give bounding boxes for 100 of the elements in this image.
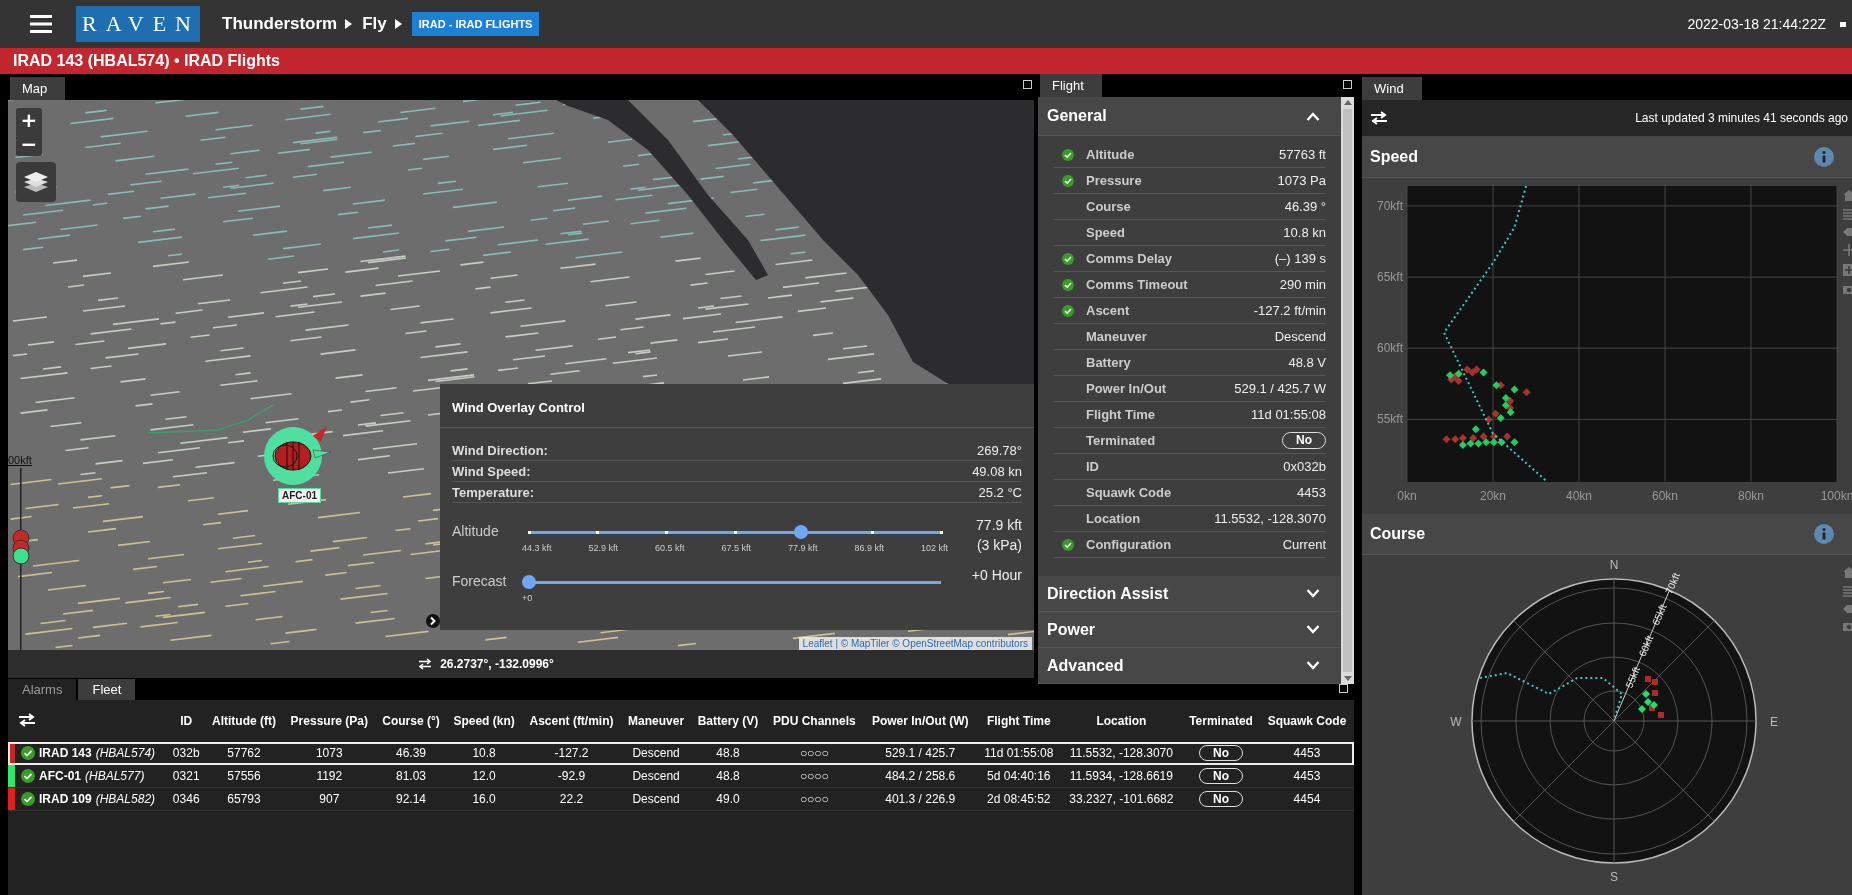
swap-icon[interactable]	[18, 712, 36, 727]
data-point	[1482, 438, 1491, 447]
field-value: 529.1 / 425.7 W	[1234, 381, 1326, 396]
altitude-slider-thumb[interactable]	[793, 525, 808, 539]
data-point	[1472, 365, 1481, 374]
field-label: Course	[1085, 199, 1132, 214]
zoom-out-button[interactable]: −	[16, 132, 42, 156]
column-header[interactable]: Flight Time	[976, 700, 1061, 742]
breadcrumb-link[interactable]: Thunderstorm	[222, 14, 338, 34]
field-label: Location	[1085, 511, 1142, 526]
table-cell: 4453	[1293, 769, 1321, 783]
flight-name: IRAD 109	[39, 792, 92, 806]
maximize-icon[interactable]	[1343, 80, 1352, 89]
scrollbar[interactable]	[1341, 97, 1354, 684]
section-header[interactable]: Power	[1038, 612, 1341, 648]
chart-title: Speed	[1370, 148, 1418, 166]
table-cell: Descend	[632, 746, 680, 760]
compass-label: E	[1770, 715, 1778, 729]
marker-label: AFC-01	[278, 488, 321, 503]
tick-label: +0	[522, 593, 533, 603]
scroll-down-icon[interactable]	[1343, 676, 1352, 681]
field-value: 4453	[1297, 485, 1326, 500]
camera-icon[interactable]	[1843, 621, 1852, 631]
panel-tab[interactable]: Alarms	[8, 679, 77, 700]
data-point	[1479, 432, 1488, 441]
data-point	[1458, 433, 1467, 442]
maximize-icon[interactable]	[1023, 80, 1032, 89]
flight-tab[interactable]: Flight	[1040, 74, 1102, 97]
panel-tab[interactable]: Fleet	[78, 679, 136, 700]
last-updated-text: Last updated 3 minutes 41 seconds ago	[1635, 111, 1848, 125]
column-header[interactable]: Battery (V)	[690, 700, 766, 742]
field-value: 1073 Pa	[1277, 173, 1326, 188]
field-value: 11.5532, -128.3070	[1214, 511, 1326, 526]
forecast-slider-thumb[interactable]	[522, 575, 536, 589]
table-cell: 46.39	[396, 746, 427, 760]
swap-icon[interactable]	[418, 658, 433, 670]
column-header[interactable]: PDU Channels	[765, 700, 864, 742]
column-header[interactable]: Maneuver	[621, 700, 691, 742]
menu-icon[interactable]	[30, 15, 52, 33]
move-icon[interactable]	[1843, 244, 1852, 256]
section-header[interactable]: General	[1038, 97, 1341, 136]
zoom-in-button[interactable]: +	[16, 108, 42, 132]
scroll-up-icon[interactable]	[1343, 100, 1352, 105]
ring-label: 70kft	[1663, 571, 1682, 596]
maximize-icon[interactable]	[1339, 684, 1348, 693]
clock-text: 2022-03-18 21:44:22Z	[1687, 16, 1826, 32]
breadcrumb-link[interactable]: Fly	[362, 14, 387, 34]
column-header[interactable]: Location	[1060, 700, 1183, 742]
field-label: Battery	[1085, 355, 1132, 370]
section-header[interactable]: Advanced	[1038, 648, 1341, 684]
map-attribution[interactable]: Leaflet | © MapTiler © OpenStreetMap contributors	[798, 637, 1032, 650]
fleet-row[interactable]: IRAD 109 (HBAL582) 0346 65793 907 92.14 16.0 22.2 Descend 49.0 ○○○○ 401.3 / 226.9 2d 08:45:52 33.2327, -101.6682 No 4454	[8, 787, 1354, 811]
raven-logo[interactable]: RAVEN	[76, 6, 200, 42]
data-point	[1489, 432, 1498, 441]
table-cell: 5d 04:40:16	[987, 769, 1051, 783]
reading-value: 269.78°	[977, 443, 1022, 458]
table-cell: 10.8	[472, 746, 496, 760]
ring-label: 60kft	[1636, 633, 1656, 659]
home-icon[interactable]	[1843, 190, 1852, 201]
column-header[interactable]: Ascent (ft/min)	[521, 700, 622, 742]
swap-icon[interactable]	[1370, 111, 1388, 125]
column-header[interactable]: Terminated	[1182, 700, 1260, 742]
slider-label: Forecast	[452, 572, 508, 589]
section-header[interactable]: Direction Assist	[1038, 576, 1341, 612]
info-icon[interactable]	[1814, 524, 1834, 544]
table-cell: Descend	[632, 769, 680, 783]
tick-label: 60.5 kft	[654, 543, 685, 553]
fleet-row[interactable]: IRAD 143 (HBAL574) 032b 57762 1073 46.39 10.8 -127.2 Descend 48.8 ○○○○ 529.1 / 425.7 11d 01:55:08 11.5532, -128.3070 No 4453	[8, 742, 1354, 765]
field-value: 290 min	[1279, 277, 1326, 292]
home-icon[interactable]	[1843, 567, 1852, 578]
tick-label: 52.9 kft	[588, 543, 618, 553]
camera-icon[interactable]	[1843, 284, 1852, 294]
tag-icon[interactable]	[1843, 228, 1852, 236]
column-header[interactable]: ID	[167, 700, 205, 742]
map-tab[interactable]: Map	[10, 77, 66, 100]
breadcrumb-badge[interactable]: IRAD - IRAD FLIGHTS	[411, 12, 540, 36]
data-point	[1463, 365, 1472, 374]
column-header[interactable]: Speed (kn)	[446, 700, 522, 742]
tag-icon[interactable]	[1843, 605, 1852, 613]
layers-icon	[24, 171, 48, 193]
column-header[interactable]: Course (°)	[375, 700, 447, 742]
zoom-in-icon[interactable]	[1843, 264, 1852, 276]
info-icon[interactable]	[1814, 147, 1834, 167]
x-tick-label: 60kn	[1652, 489, 1678, 503]
table-cell: 11.5934, -128.6619	[1069, 769, 1173, 783]
caret-icon	[394, 19, 402, 29]
table-cell: 4453	[1293, 746, 1321, 760]
field-value: Descend	[1274, 329, 1326, 344]
flight-callsign: (HBAL577)	[85, 769, 145, 783]
wind-tab[interactable]: Wind	[1362, 77, 1422, 100]
chevron-right-icon[interactable]	[426, 614, 440, 628]
data-point	[1506, 408, 1515, 417]
layers-button[interactable]	[16, 162, 56, 202]
column-header[interactable]: Pressure (Pa)	[283, 700, 376, 742]
tick-label: 86.9 kft	[854, 543, 884, 553]
column-header[interactable]: Power In/Out (W)	[863, 700, 977, 742]
column-header[interactable]: Squawk Code	[1259, 700, 1354, 742]
table-cell: 1192	[316, 769, 343, 783]
fleet-row[interactable]: AFC-01 (HBAL577) 0321 57556 1192 81.03 12.0 -92.9 Descend 48.8 ○○○○ 484.2 / 258.6 5d 04:40:16 11.5934, -128.6619 No 4453	[8, 764, 1354, 788]
column-header[interactable]: Altitude (ft)	[205, 700, 284, 742]
